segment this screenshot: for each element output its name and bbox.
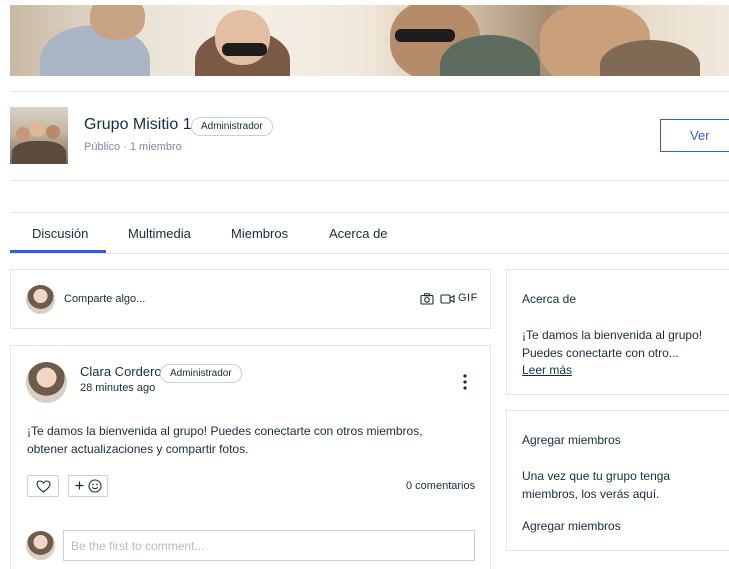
comment-input[interactable] <box>63 530 475 561</box>
thumb-person <box>46 125 60 139</box>
about-text-line: Puedes conectarte con otro... <box>522 346 679 360</box>
commenter-avatar <box>26 531 55 560</box>
gif-icon[interactable]: GIF <box>458 292 478 304</box>
add-members-text-line: miembros, los verás aquí. <box>522 487 660 501</box>
post-body-line: ¡Te damos la bienvenida al grupo! Puedes… <box>27 424 423 438</box>
about-title: Acerca de <box>522 292 577 306</box>
group-cover-image <box>10 5 729 76</box>
add-members-title: Agregar miembros <box>522 433 621 447</box>
divider <box>10 91 729 92</box>
divider <box>10 253 729 254</box>
post-card: Clara Cordero Administrador 28 minutes a… <box>10 345 491 569</box>
view-button[interactable]: Ver <box>660 119 729 152</box>
add-members-link[interactable]: Agregar miembros <box>522 519 621 533</box>
divider <box>10 180 729 181</box>
smiley-icon <box>88 479 102 493</box>
about-text-line: ¡Te damos la bienvenida al grupo! <box>522 328 703 342</box>
group-title: Grupo Misitio 1 <box>84 116 192 133</box>
avatar <box>26 285 55 314</box>
add-members-card: Agregar miembros Una vez que tu grupo te… <box>506 410 729 551</box>
post-composer[interactable]: Comparte algo... GIF <box>10 269 491 329</box>
divider <box>10 212 729 213</box>
tab-media[interactable]: Multimedia <box>128 226 191 241</box>
thumb-bodies <box>12 141 66 164</box>
post-body-line: obtener actualizaciones y compartir foto… <box>27 442 249 456</box>
admin-badge: Administrador <box>191 117 273 136</box>
composer-placeholder[interactable]: Comparte algo... <box>64 293 145 305</box>
cover-person-2-sunglasses <box>222 43 267 56</box>
cover-person-1-head <box>90 5 145 40</box>
cover-person-3-sunglasses <box>395 29 455 42</box>
plus-icon <box>75 481 84 490</box>
add-reaction-button[interactable] <box>68 475 108 497</box>
author-avatar[interactable] <box>26 362 67 403</box>
post-time: 28 minutes ago <box>80 382 156 394</box>
camera-icon[interactable] <box>420 293 434 305</box>
post-author[interactable]: Clara Cordero <box>80 364 162 379</box>
tab-discussion[interactable]: Discusión <box>32 226 88 241</box>
like-button[interactable] <box>27 475 59 497</box>
video-icon[interactable] <box>440 293 455 305</box>
read-more-link[interactable]: Leer más <box>522 363 572 377</box>
tab-members[interactable]: Miembros <box>231 226 288 241</box>
heart-icon <box>36 480 51 493</box>
author-admin-badge: Administrador <box>160 364 242 383</box>
thumb-person <box>16 127 30 141</box>
about-card: Acerca de ¡Te damos la bienvenida al gru… <box>506 269 729 395</box>
tab-about[interactable]: Acerca de <box>329 226 388 241</box>
add-members-text-line: Una vez que tu grupo tenga <box>522 469 671 483</box>
comments-count[interactable]: 0 comentarios <box>406 480 475 492</box>
group-meta: Público · 1 miembro <box>84 141 182 153</box>
thumb-person <box>30 123 44 137</box>
cover-person-2-head <box>215 10 270 65</box>
group-thumbnail <box>10 107 68 164</box>
more-options-icon[interactable] <box>463 374 467 390</box>
